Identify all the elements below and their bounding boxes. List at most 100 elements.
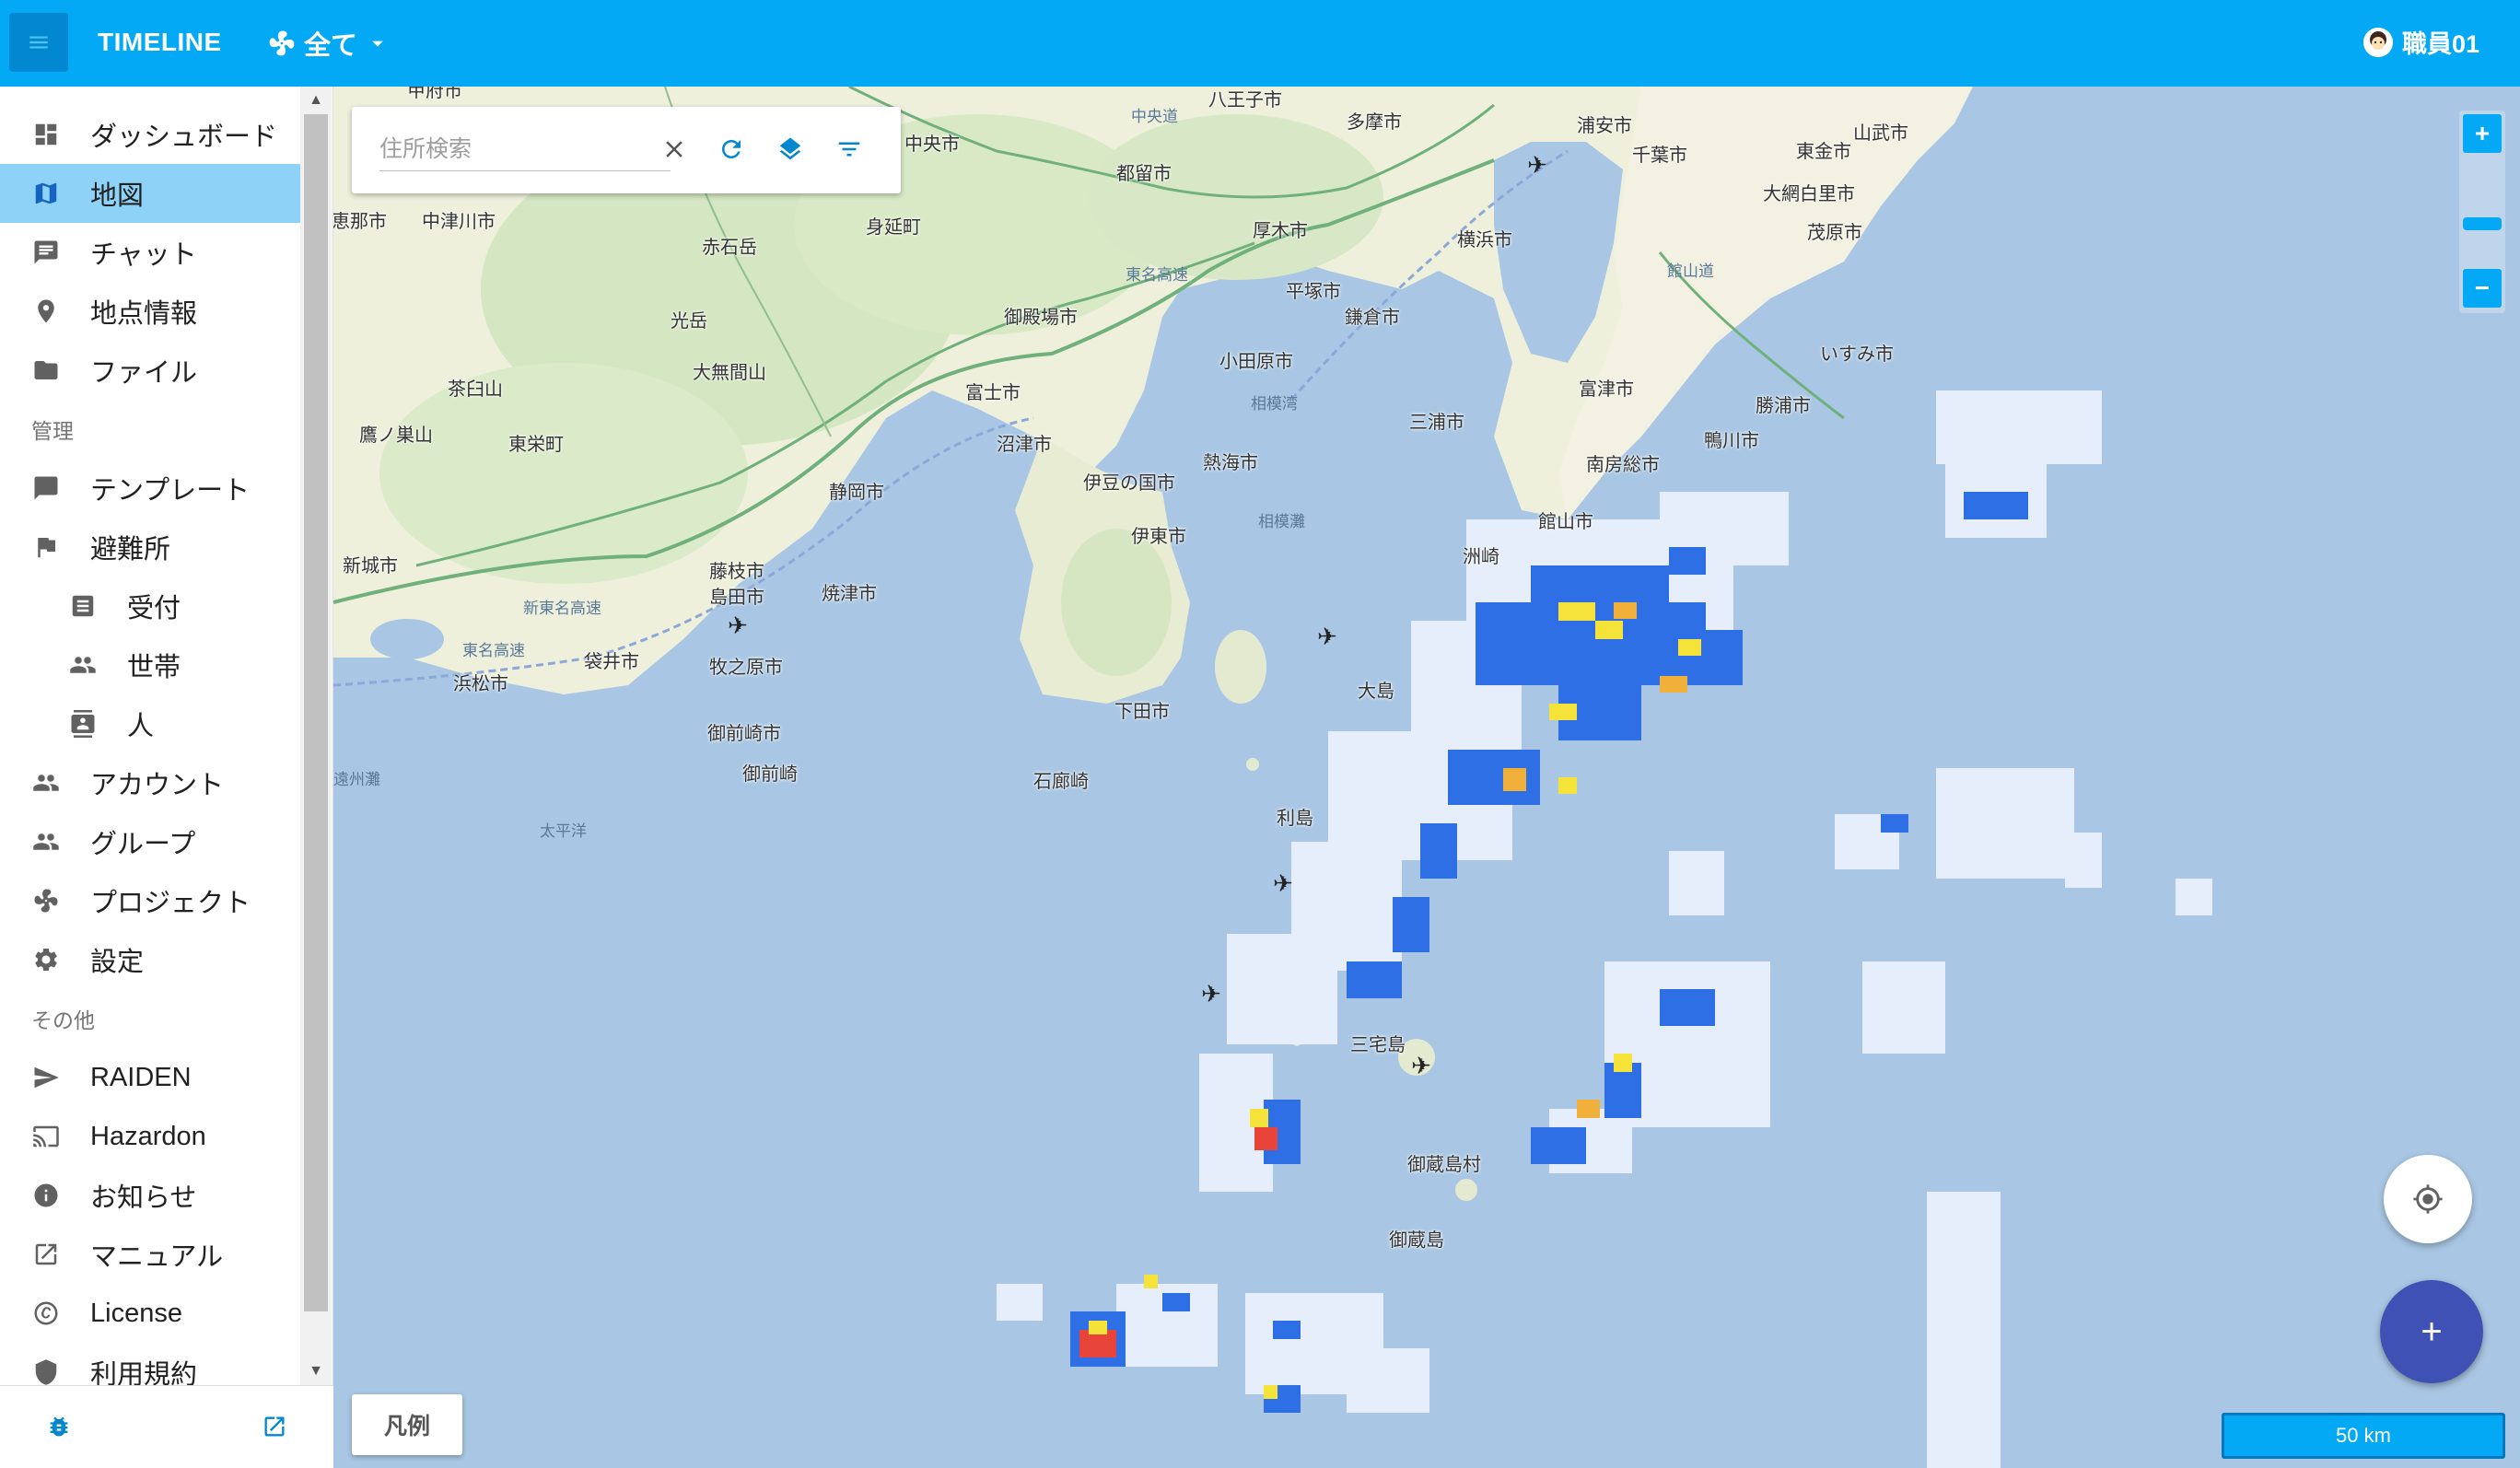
nav-reception[interactable]: 受付 [0,577,300,635]
nav-groups[interactable]: グループ [0,812,300,871]
nav-label: 利用規約 [90,1360,198,1385]
map-label: いすみ市 [1820,344,1894,365]
map-label: 浜松市 [453,674,508,694]
nav-projects[interactable]: プロジェクト [0,871,300,930]
add-button[interactable]: + [2380,1280,2483,1383]
map-label: 藤枝市 [709,562,764,582]
map-label: 多摩市 [1347,112,1402,133]
nav-label: 避難所 [90,535,171,565]
list-icon [68,591,98,621]
filter-icon [838,142,860,157]
nav-households[interactable]: 世帯 [0,635,300,694]
map-label: 石廊崎 [1033,772,1089,792]
map-label: 浦安市 [1577,116,1632,136]
map-label: 中津川市 [422,212,496,232]
people-icon [31,827,61,856]
user-menu[interactable]: 職員01 [2362,24,2479,60]
nav-dashboard[interactable]: ダッシュボード [0,105,300,164]
map-label: 下田市 [1114,702,1170,722]
map-label: 三浦市 [1409,413,1464,433]
nav-license[interactable]: License [0,1284,300,1343]
nav-label: 世帯 [127,653,181,682]
project-selector[interactable]: 全て [267,24,391,63]
scroll-up-arrow[interactable]: ▲ [306,90,326,111]
cast-icon [31,1122,61,1151]
map-label: 鴨川市 [1704,431,1759,451]
bug-report-button[interactable] [41,1408,77,1445]
sidebar: ダッシュボード 地図 チャット 地点情報 ファイル 管理 テンプレート 避難所 [0,87,333,1468]
nav-raiden[interactable]: RAIDEN [0,1048,300,1107]
map-label: 東名高速 [462,642,525,659]
app-title: TIMELINE [98,28,222,56]
nav-terms[interactable]: 利用規約 [0,1343,300,1385]
nav-label: 設定 [90,948,145,977]
external-link-icon [264,1416,285,1437]
nav-label: 地図 [90,181,145,211]
map-label: 都留市 [1116,164,1172,184]
map-label: 御蔵島 [1389,1230,1444,1251]
nav-places[interactable]: 地点情報 [0,282,300,341]
nav-templates[interactable]: テンプレート [0,459,300,518]
nav-shelters[interactable]: 避難所 [0,518,300,577]
map-label: 大無間山 [693,363,766,383]
map-label: 勝浦市 [1756,396,1811,416]
map-label: 鷹ノ巣山 [359,425,433,446]
menu-button[interactable] [9,13,68,72]
nav-label: RAIDEN [90,1062,192,1092]
app-header: TIMELINE 全て 職員01 [0,0,2520,87]
map-label: 東名高速 [1126,266,1188,284]
map-canvas[interactable]: 甲府市 八王子市 中央市 多摩市 浦安市 山武市 東金市 千葉市 都留市 大網白… [333,87,2520,1468]
scroll-thumb[interactable] [304,114,328,1311]
map-label: 伊東市 [1131,527,1186,547]
zoom-out-button[interactable]: − [2463,269,2502,308]
scroll-down-arrow[interactable]: ▼ [306,1361,326,1381]
nav-accounts[interactable]: アカウント [0,753,300,812]
section-other: その他 [31,1008,95,1032]
sidebar-footer [0,1385,333,1468]
nav-news[interactable]: お知らせ [0,1166,300,1225]
nav-files[interactable]: ファイル [0,341,300,400]
map-label: 御殿場市 [1004,308,1078,328]
address-search-input[interactable] [379,129,671,171]
filter-button[interactable] [831,131,868,168]
send-icon [31,1063,61,1092]
nav-label: マニュアル [90,1242,224,1272]
clear-search-button[interactable] [656,131,693,168]
fan-icon [269,30,295,56]
flag-icon [31,532,61,562]
map-label: 厚木市 [1253,221,1308,241]
zoom-slider-handle[interactable] [2463,217,2502,230]
map-label: 山武市 [1853,123,1908,144]
map-label: 茶臼山 [448,379,503,400]
nav-label: 人 [127,712,155,741]
nav-persons[interactable]: 人 [0,694,300,753]
nav-chat[interactable]: チャット [0,223,300,282]
nav-hazardon[interactable]: Hazardon [0,1107,300,1166]
nav-settings[interactable]: 設定 [0,930,300,989]
nav-label: 受付 [127,594,181,623]
map-label: 東金市 [1796,142,1851,162]
legend-button[interactable]: 凡例 [352,1394,462,1455]
copyright-icon [31,1299,61,1328]
map-label: 御前崎市 [707,724,781,744]
zoom-in-button[interactable]: + [2463,114,2502,153]
nav-map[interactable]: 地図 [0,164,300,223]
map-label: 袋井市 [584,652,639,672]
map-label: 遠州灘 [333,771,380,788]
open-external-button[interactable] [256,1408,293,1445]
nav-manual[interactable]: マニュアル [0,1225,300,1284]
map-label: 南房総市 [1586,455,1660,475]
airport-icon: ✈ [1273,869,1293,897]
my-location-button[interactable] [2384,1155,2472,1243]
place-icon [31,297,61,326]
map-label: 横浜市 [1457,230,1512,250]
layers-button[interactable] [772,131,809,168]
nav-label: お知らせ [90,1183,197,1213]
gear-icon [31,945,61,974]
map-label: 八王子市 [1208,90,1282,111]
refresh-button[interactable] [713,131,750,168]
sidebar-scrollbar[interactable]: ▲ ▼ [300,87,332,1385]
map-label: 大網白里市 [1763,184,1855,204]
map-label: 富津市 [1579,379,1634,400]
zoom-control: + − [2459,111,2505,313]
